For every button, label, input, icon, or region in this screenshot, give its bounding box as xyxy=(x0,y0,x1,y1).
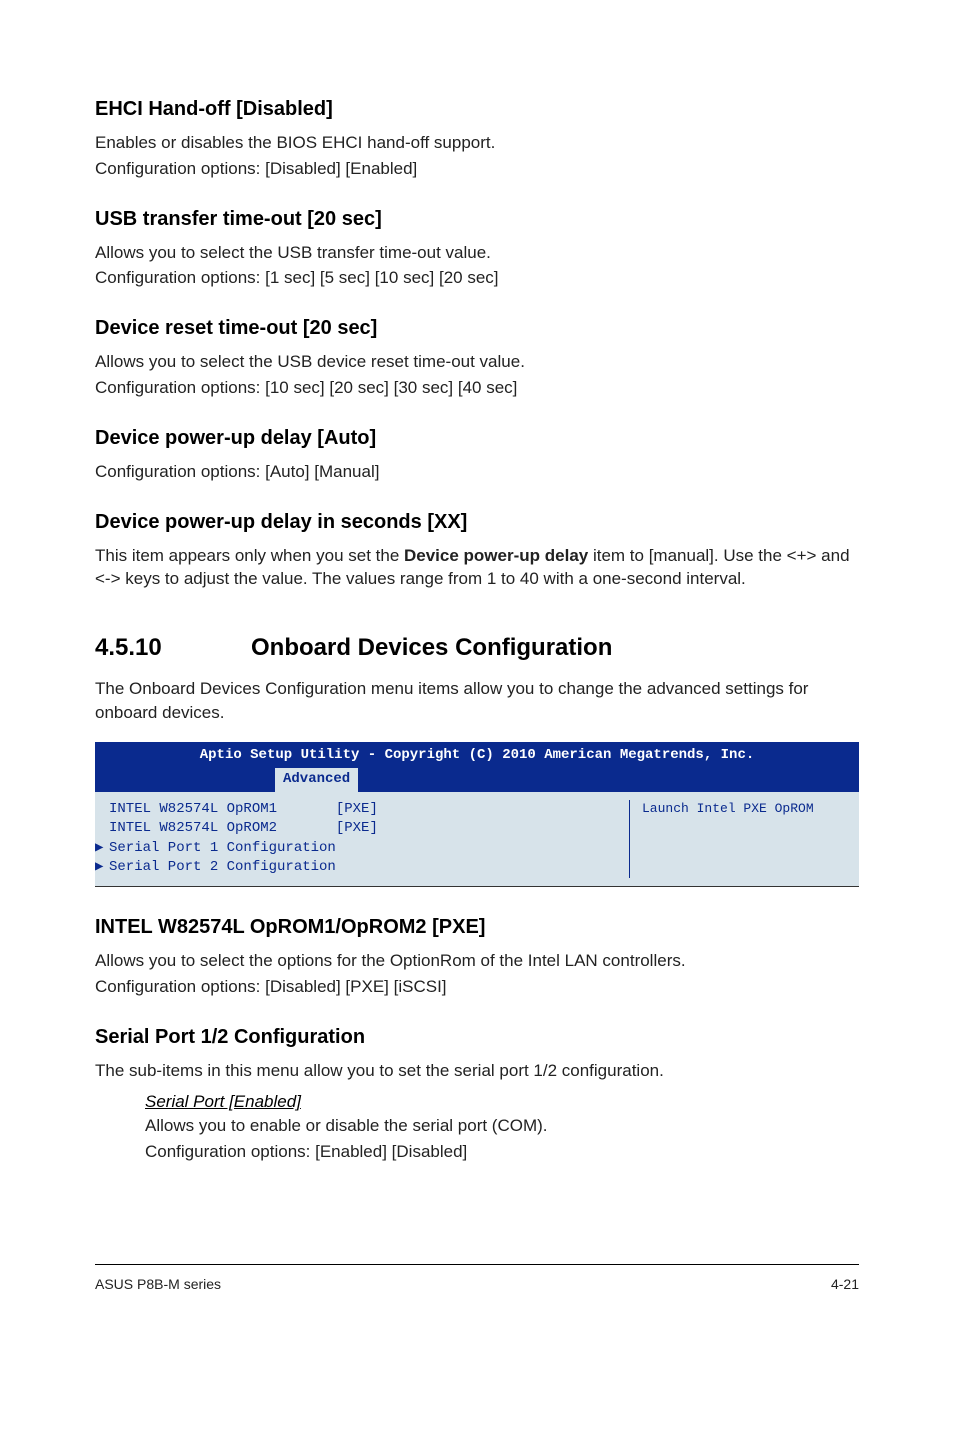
bios-tab-advanced: Advanced xyxy=(275,768,358,792)
bios-label: INTEL W82574L OpROM2 xyxy=(109,820,277,836)
bios-value: [PXE] xyxy=(336,820,378,836)
triangle-right-icon: ▶ xyxy=(95,839,109,859)
triangle-right-icon: ▶ xyxy=(95,858,109,878)
bios-header: Aptio Setup Utility - Copyright (C) 2010… xyxy=(95,742,859,768)
text-powerup-bold: Device power-up delay xyxy=(404,546,588,565)
bios-screenshot: Aptio Setup Utility - Copyright (C) 2010… xyxy=(95,742,859,887)
text-oprom-desc: Allows you to select the options for the… xyxy=(95,949,859,973)
footer-right: 4-21 xyxy=(831,1275,859,1295)
text-serial-enable-desc: Allows you to enable or disable the seri… xyxy=(145,1114,859,1138)
bios-value: [PXE] xyxy=(336,801,378,817)
heading-oprom: INTEL W82574L OpROM1/OpROM2 [PXE] xyxy=(95,913,859,941)
bios-body: INTEL W82574L OpROM1 [PXE] INTEL W82574L… xyxy=(95,792,859,886)
heading-usb-timeout: USB transfer time-out [20 sec] xyxy=(95,205,859,233)
section-title: Onboard Devices Configuration xyxy=(251,634,612,661)
text-ehci-opts: Configuration options: [Disabled] [Enabl… xyxy=(95,157,859,181)
bios-left-pane: INTEL W82574L OpROM1 [PXE] INTEL W82574L… xyxy=(109,800,629,878)
page-footer: ASUS P8B-M series 4-21 xyxy=(95,1264,859,1295)
text-serial-enable-opts: Configuration options: [Enabled] [Disabl… xyxy=(145,1140,859,1164)
heading-powerup-seconds: Device power-up delay in seconds [XX] xyxy=(95,508,859,536)
bios-row-oprom1: INTEL W82574L OpROM1 [PXE] xyxy=(109,800,629,820)
bios-row-serial1: ▶Serial Port 1 Configuration xyxy=(109,839,629,859)
text-onboard-desc: The Onboard Devices Configuration menu i… xyxy=(95,677,859,725)
bios-row-oprom2: INTEL W82574L OpROM2 [PXE] xyxy=(109,819,629,839)
text-ehci-desc: Enables or disables the BIOS EHCI hand-o… xyxy=(95,131,859,155)
heading-powerup-delay: Device power-up delay [Auto] xyxy=(95,424,859,452)
heading-ehci: EHCI Hand-off [Disabled] xyxy=(95,95,859,123)
text-usb-opts: Configuration options: [1 sec] [5 sec] [… xyxy=(95,266,859,290)
section-number: 4.5.10 xyxy=(95,631,251,665)
bios-help-pane: Launch Intel PXE OpROM xyxy=(629,800,849,878)
text-reset-desc: Allows you to select the USB device rese… xyxy=(95,350,859,374)
bios-label: Serial Port 2 Configuration xyxy=(109,859,336,875)
heading-onboard-devices: 4.5.10Onboard Devices Configuration xyxy=(95,631,859,665)
text-oprom-opts: Configuration options: [Disabled] [PXE] … xyxy=(95,975,859,999)
heading-serial-port-enabled: Serial Port [Enabled] xyxy=(145,1090,859,1114)
bios-label: Serial Port 1 Configuration xyxy=(109,840,336,856)
text-powerup-pre: This item appears only when you set the xyxy=(95,546,404,565)
heading-device-reset: Device reset time-out [20 sec] xyxy=(95,314,859,342)
bios-label: INTEL W82574L OpROM1 xyxy=(109,801,277,817)
footer-left: ASUS P8B-M series xyxy=(95,1275,221,1295)
text-reset-opts: Configuration options: [10 sec] [20 sec]… xyxy=(95,376,859,400)
serial-sub-block: Serial Port [Enabled] Allows you to enab… xyxy=(145,1090,859,1163)
text-serial-desc: The sub-items in this menu allow you to … xyxy=(95,1059,859,1083)
heading-serial-config: Serial Port 1/2 Configuration xyxy=(95,1023,859,1051)
bios-tabrow: Advanced xyxy=(95,768,859,792)
bios-row-serial2: ▶Serial Port 2 Configuration xyxy=(109,858,629,878)
text-powerup-opts: Configuration options: [Auto] [Manual] xyxy=(95,460,859,484)
text-usb-desc: Allows you to select the USB transfer ti… xyxy=(95,241,859,265)
text-powerup-seconds-desc: This item appears only when you set the … xyxy=(95,544,859,592)
